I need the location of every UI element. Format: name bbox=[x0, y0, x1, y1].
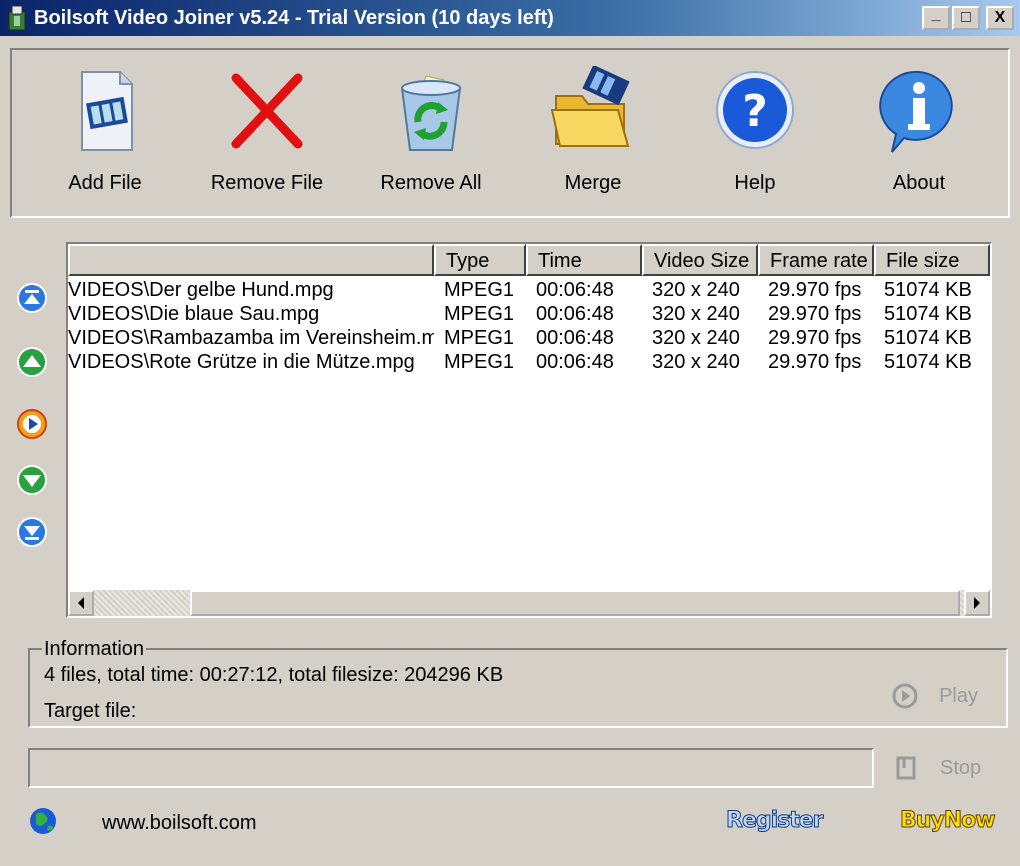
cell-frame-rate: 29.970 fps bbox=[768, 326, 862, 349]
cell-frame-rate: 29.970 fps bbox=[768, 302, 862, 325]
cell-video-size: 320 x 240 bbox=[652, 278, 740, 301]
remove-file-icon bbox=[231, 73, 303, 149]
column-header-name[interactable] bbox=[68, 244, 434, 276]
cell-file-size: 51074 KB bbox=[884, 350, 972, 373]
window-title: Boilsoft Video Joiner v5.24 - Trial Vers… bbox=[34, 6, 554, 29]
cell-type: MPEG1 bbox=[444, 350, 515, 373]
cell-video-size: 320 x 240 bbox=[652, 350, 740, 373]
add-file-button[interactable]: Add File bbox=[30, 66, 180, 206]
globe-icon bbox=[30, 808, 56, 834]
add-file-label: Add File bbox=[68, 172, 142, 194]
stop-label: Stop bbox=[940, 756, 982, 779]
table-row[interactable]: VIDEOS\Der gelbe Hund.mpg MPEG1 00:06:48… bbox=[68, 278, 990, 302]
information-legend: Information bbox=[42, 638, 147, 661]
cell-time: 00:06:48 bbox=[536, 326, 614, 349]
help-button[interactable]: ? Help bbox=[680, 66, 830, 206]
help-icon: ? bbox=[716, 71, 794, 149]
svg-text:?: ? bbox=[742, 86, 768, 137]
buynow-link[interactable]: BuyNow bbox=[900, 808, 997, 834]
minimize-button[interactable]: _ bbox=[922, 6, 950, 30]
cell-video-size: 320 x 240 bbox=[652, 326, 740, 349]
stop-icon bbox=[896, 756, 916, 780]
horizontal-scrollbar[interactable] bbox=[68, 590, 990, 616]
scrollbar-thumb[interactable] bbox=[190, 590, 960, 616]
cell-filename: VIDEOS\Rote Grütze in die Mütze.mpg bbox=[68, 350, 415, 373]
target-file-label: Target file: bbox=[44, 700, 137, 722]
column-header-video-size[interactable]: Video Size bbox=[642, 244, 758, 276]
cell-time: 00:06:48 bbox=[536, 278, 614, 301]
minimize-icon: _ bbox=[931, 6, 941, 23]
table-row[interactable]: VIDEOS\Rote Grütze in die Mütze.mpg MPEG… bbox=[68, 350, 990, 374]
cell-file-size: 51074 KB bbox=[884, 302, 972, 325]
cell-video-size: 320 x 240 bbox=[652, 302, 740, 325]
move-to-bottom-icon[interactable] bbox=[16, 516, 48, 548]
website-link[interactable]: www.boilsoft.com bbox=[102, 812, 257, 835]
close-icon: X bbox=[994, 9, 1006, 26]
cell-frame-rate: 29.970 fps bbox=[768, 350, 862, 373]
title-bar[interactable]: Boilsoft Video Joiner v5.24 - Trial Vers… bbox=[0, 0, 1020, 36]
merge-folder-icon bbox=[550, 66, 630, 147]
cell-filename: VIDEOS\Rambazamba im Vereinsheim.mpg bbox=[68, 326, 434, 349]
column-header-frame-rate[interactable]: Frame rate bbox=[758, 244, 874, 276]
main-toolbar: Add File Remove File Remove All Merge ? … bbox=[10, 48, 1010, 218]
help-label: Help bbox=[734, 172, 776, 194]
cell-file-size: 51074 KB bbox=[884, 278, 972, 301]
play-preview-icon[interactable] bbox=[16, 408, 48, 440]
information-summary: 4 files, total time: 00:27:12, total fil… bbox=[44, 664, 504, 686]
about-button[interactable]: About bbox=[844, 66, 994, 206]
information-group: Information 4 files, total time: 00:27:1… bbox=[28, 638, 1008, 728]
progress-bar bbox=[28, 748, 874, 788]
table-row[interactable]: VIDEOS\Die blaue Sau.mpg MPEG1 00:06:48 … bbox=[68, 302, 990, 326]
merge-label: Merge bbox=[564, 172, 622, 194]
table-row[interactable]: VIDEOS\Rambazamba im Vereinsheim.mpg MPE… bbox=[68, 326, 990, 350]
close-button[interactable]: X bbox=[986, 6, 1014, 30]
scroll-right-button[interactable] bbox=[964, 590, 990, 616]
remove-all-label: Remove All bbox=[380, 172, 482, 194]
column-header-time[interactable]: Time bbox=[526, 244, 642, 276]
add-file-icon bbox=[81, 71, 133, 151]
cell-frame-rate: 29.970 fps bbox=[768, 278, 862, 301]
move-to-top-icon[interactable] bbox=[16, 282, 48, 314]
move-up-icon[interactable] bbox=[16, 346, 48, 378]
cell-time: 00:06:48 bbox=[536, 302, 614, 325]
cell-file-size: 51074 KB bbox=[884, 326, 972, 349]
cell-time: 00:06:48 bbox=[536, 350, 614, 373]
column-header-type[interactable]: Type bbox=[434, 244, 526, 276]
cell-filename: VIDEOS\Der gelbe Hund.mpg bbox=[68, 278, 334, 301]
remove-file-button[interactable]: Remove File bbox=[192, 66, 342, 206]
arrow-right-icon bbox=[974, 597, 980, 609]
recycle-bin-icon bbox=[400, 75, 462, 151]
move-down-icon[interactable] bbox=[16, 464, 48, 496]
arrow-left-icon bbox=[78, 597, 84, 609]
about-label: About bbox=[892, 172, 946, 194]
remove-all-button[interactable]: Remove All bbox=[356, 66, 506, 206]
maximize-button[interactable]: □ bbox=[952, 6, 980, 30]
play-button[interactable]: Play bbox=[891, 682, 978, 710]
cell-type: MPEG1 bbox=[444, 278, 515, 301]
cell-type: MPEG1 bbox=[444, 302, 515, 325]
register-link[interactable]: Register bbox=[726, 808, 825, 834]
stop-button[interactable]: Stop bbox=[892, 754, 981, 782]
scroll-left-button[interactable] bbox=[68, 590, 94, 616]
info-icon bbox=[879, 70, 953, 153]
cell-filename: VIDEOS\Die blaue Sau.mpg bbox=[68, 302, 320, 325]
app-icon bbox=[8, 5, 26, 31]
remove-file-label: Remove File bbox=[210, 172, 324, 194]
maximize-icon: □ bbox=[961, 9, 971, 26]
file-list-header: Type Time Video Size Frame rate File siz… bbox=[68, 244, 990, 276]
file-list[interactable]: Type Time Video Size Frame rate File siz… bbox=[66, 242, 992, 618]
merge-button[interactable]: Merge bbox=[518, 66, 668, 206]
column-header-file-size[interactable]: File size bbox=[874, 244, 990, 276]
play-icon bbox=[892, 683, 918, 709]
cell-type: MPEG1 bbox=[444, 326, 515, 349]
play-label: Play bbox=[939, 684, 978, 707]
file-list-rows: VIDEOS\Der gelbe Hund.mpg MPEG1 00:06:48… bbox=[68, 278, 990, 374]
